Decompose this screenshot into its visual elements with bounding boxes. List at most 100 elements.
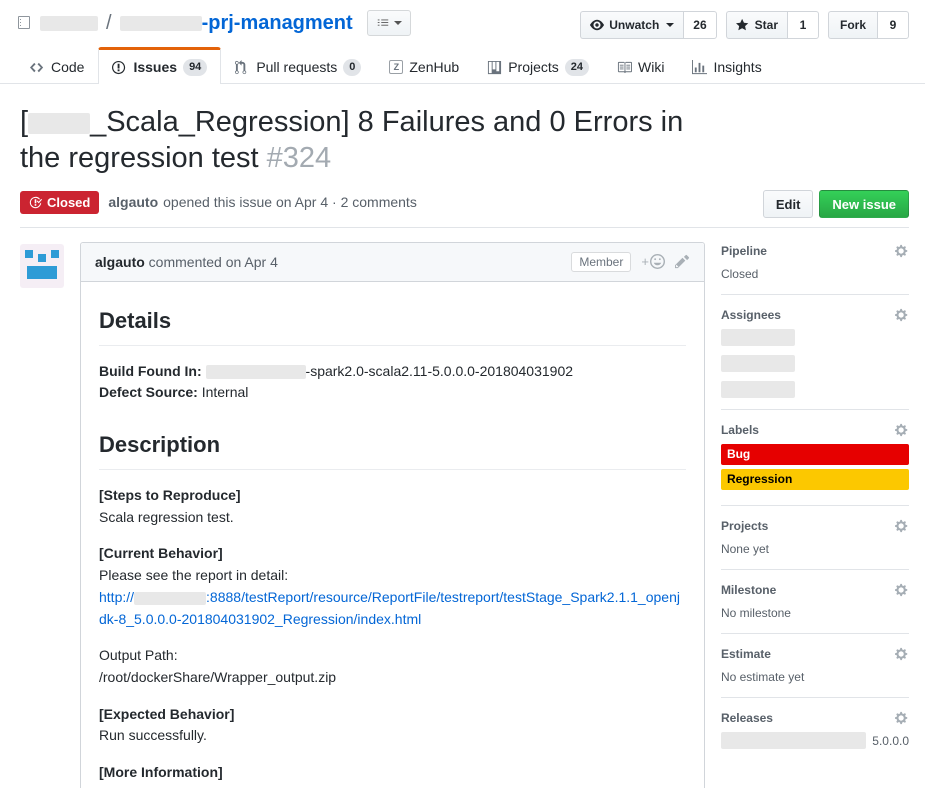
- star-button[interactable]: Star: [726, 11, 787, 39]
- tab-issues[interactable]: Issues 94: [98, 47, 221, 84]
- build-found-in-label: Build Found In:: [99, 363, 202, 379]
- gear-icon[interactable]: [895, 711, 909, 725]
- repo-separator: /: [104, 10, 114, 36]
- milestone-header: Milestone: [721, 583, 909, 597]
- tab-projects-label: Projects: [508, 59, 559, 75]
- report-link[interactable]: http://:8888/testReport/resource/ReportF…: [99, 589, 680, 627]
- repo-menu-button[interactable]: [367, 10, 411, 36]
- avatar[interactable]: [20, 244, 64, 288]
- release-name-redacted: [721, 732, 866, 749]
- build-found-in-line: Build Found In: -spark2.0-scala2.11-5.0.…: [99, 361, 686, 404]
- list-icon: [376, 16, 390, 30]
- output-path-label: Output Path:: [99, 647, 178, 663]
- status-badge: Closed: [20, 191, 99, 214]
- git-pull-request-icon: [235, 60, 250, 75]
- tab-pull-requests[interactable]: Pull requests 0: [221, 49, 375, 84]
- comment-author[interactable]: algauto: [95, 254, 145, 270]
- fork-button-group[interactable]: Fork 9: [828, 11, 909, 39]
- issue-author[interactable]: algauto: [108, 194, 158, 210]
- add-reaction-button[interactable]: +: [641, 254, 665, 269]
- gear-icon[interactable]: [895, 647, 909, 661]
- assignees-header: Assignees: [721, 308, 909, 322]
- star-count[interactable]: 1: [787, 11, 819, 39]
- issue-opened-icon: [112, 60, 127, 75]
- comment-author-line: algauto commented on Apr 4: [95, 254, 278, 270]
- more-information-heading: [More Information]: [99, 764, 223, 780]
- issue-header: Edit New issue [_Scala_Regression] 8 Fai…: [0, 84, 925, 214]
- issue-title-prefix: [: [20, 106, 28, 138]
- tab-projects[interactable]: Projects 24: [473, 49, 603, 84]
- fork-count[interactable]: 9: [877, 11, 909, 39]
- steps-heading: [Steps to Reproduce]: [99, 487, 241, 503]
- expected-behavior-text: Run successfully.: [99, 727, 207, 743]
- smiley-icon: [650, 254, 665, 269]
- plus-sign: +: [641, 254, 649, 269]
- edit-button[interactable]: Edit: [763, 190, 814, 218]
- unwatch-button[interactable]: Unwatch: [580, 11, 683, 39]
- milestone-value: No milestone: [721, 604, 909, 622]
- gear-icon[interactable]: [895, 244, 909, 258]
- pipeline-value: Closed: [721, 265, 909, 283]
- steps-block: [Steps to Reproduce] Scala regression te…: [99, 485, 686, 528]
- repo-name[interactable]: -prj-managment: [202, 10, 353, 36]
- page-title: [_Scala_Regression] 8 Failures and 0 Err…: [20, 104, 710, 177]
- watch-count[interactable]: 26: [683, 11, 716, 39]
- unwatch-button-group[interactable]: Unwatch 26: [580, 11, 716, 39]
- comment-header: algauto commented on Apr 4 Member +: [81, 243, 704, 282]
- gear-icon[interactable]: [895, 583, 909, 597]
- gear-icon[interactable]: [895, 519, 909, 533]
- tab-pull-requests-count: 0: [343, 59, 361, 76]
- labels-title: Labels: [721, 423, 759, 437]
- projects-header: Projects: [721, 519, 909, 533]
- issue-title-text: _Scala_Regression] 8 Failures and 0 Erro…: [20, 106, 683, 174]
- sidebar-section-releases: Releases 5.0.0.0: [721, 697, 909, 761]
- output-path-value: /root/dockerShare/Wrapper_output.zip: [99, 669, 336, 685]
- sidebar-section-labels: Labels Bug Regression: [721, 409, 909, 505]
- issue-header-actions: Edit New issue: [763, 190, 909, 218]
- tab-wiki[interactable]: Wiki: [603, 49, 678, 84]
- tab-insights[interactable]: Insights: [678, 49, 775, 84]
- defect-source-label: Defect Source:: [99, 384, 198, 400]
- pipeline-title: Pipeline: [721, 244, 767, 258]
- defect-source-value: Internal: [202, 384, 249, 400]
- current-behavior-text: Please see the report in detail:: [99, 567, 288, 583]
- tab-code[interactable]: Code: [16, 49, 98, 84]
- tab-zenhub-label: ZenHub: [409, 59, 459, 75]
- issue-title-redacted: [28, 113, 90, 134]
- build-found-in-redacted: [206, 365, 306, 379]
- estimate-title: Estimate: [721, 647, 771, 661]
- more-information-block: [More Information]: [99, 762, 686, 784]
- graph-icon: [692, 60, 707, 75]
- gear-icon[interactable]: [895, 308, 909, 322]
- tab-insights-label: Insights: [713, 59, 761, 75]
- label-chip-bug[interactable]: Bug: [721, 444, 909, 465]
- fork-label: Fork: [840, 18, 866, 32]
- report-link-host-redacted: [134, 592, 206, 605]
- sidebar-section-assignees: Assignees: [721, 294, 909, 409]
- project-icon: [487, 60, 502, 75]
- assignee-redacted: [721, 355, 795, 372]
- repo-header: / -prj-managment Unwatch 26: [0, 0, 925, 48]
- book-icon: [617, 60, 632, 75]
- tab-zenhub[interactable]: Z ZenHub: [375, 49, 473, 84]
- current-behavior-heading: [Current Behavior]: [99, 545, 223, 561]
- new-issue-button[interactable]: New issue: [819, 190, 909, 218]
- sidebar-section-milestone: Milestone No milestone: [721, 569, 909, 633]
- edit-comment-button[interactable]: [675, 254, 690, 269]
- report-link-prefix: http://: [99, 589, 134, 605]
- chevron-down-icon: [666, 23, 674, 27]
- issue-closed-icon: [29, 196, 42, 209]
- pencil-icon: [675, 254, 690, 269]
- comment-box: algauto commented on Apr 4 Member +: [80, 242, 705, 788]
- star-button-group[interactable]: Star 1: [726, 11, 819, 39]
- fork-button[interactable]: Fork: [828, 11, 877, 39]
- release-version: 5.0.0.0: [872, 732, 909, 750]
- gear-icon[interactable]: [895, 423, 909, 437]
- output-path-block: Output Path: /root/dockerShare/Wrapper_o…: [99, 645, 686, 688]
- projects-value: None yet: [721, 540, 909, 558]
- comment-timestamp: commented on Apr 4: [149, 254, 278, 270]
- assignee-redacted: [721, 329, 795, 346]
- repo-nav-tabs: Code Issues 94 Pull requests 0 Z ZenHub …: [0, 48, 925, 84]
- label-chip-regression[interactable]: Regression: [721, 469, 909, 490]
- comment-header-actions: Member +: [571, 252, 690, 272]
